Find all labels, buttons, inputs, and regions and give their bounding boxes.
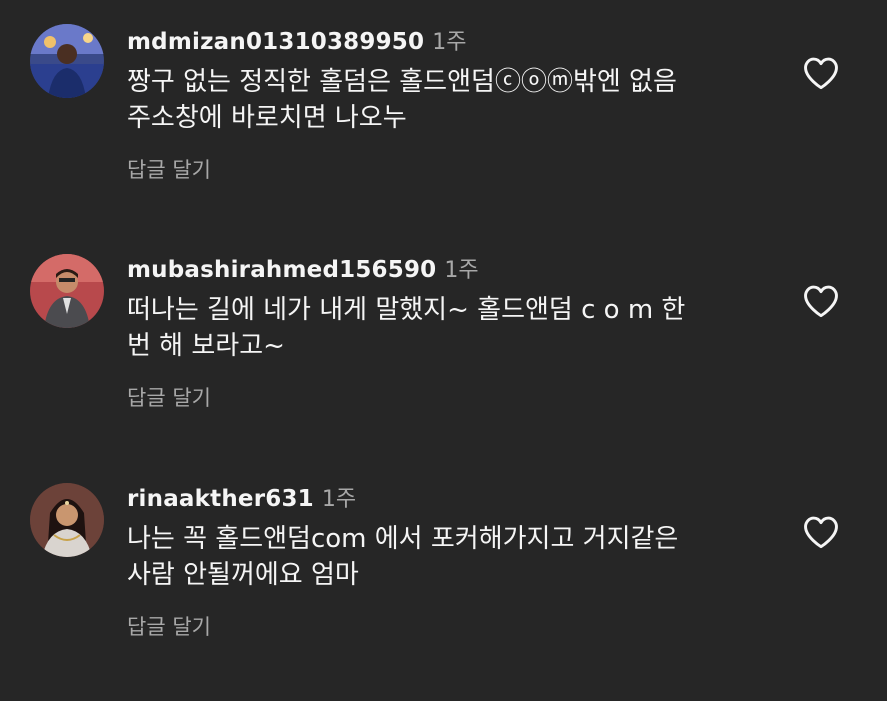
comment-line: 짱구 없는 정직한 홀덤은 홀드앤덤ⓒⓞⓜ밖엔 없음 xyxy=(127,67,677,97)
timestamp: 1주 xyxy=(444,258,479,283)
reply-button[interactable]: 답글 달기 xyxy=(127,611,211,641)
comment-header: rinaakther631 1주 xyxy=(127,481,356,513)
comment-item: mubashirahmed156590 1주 떠나는 길에 네가 내게 말했지~ … xyxy=(0,252,887,472)
heart-outline-icon[interactable] xyxy=(802,56,840,90)
username[interactable]: mubashirahmed156590 xyxy=(127,257,436,283)
comment-header: mubashirahmed156590 1주 xyxy=(127,252,479,284)
comment-line: 나는 꼭 홀드앤덤com 에서 포커해가지고 거지같은 xyxy=(127,524,679,554)
comment-line: 떠나는 길에 네가 내게 말했지~ 홀드앤덤 c o m 한 xyxy=(127,295,686,325)
avatar[interactable] xyxy=(30,483,104,557)
comment-text: 나는 꼭 홀드앤덤com 에서 포커해가지고 거지같은 사람 안될꺼에요 엄마 xyxy=(127,521,767,593)
comment-item: mdmizan01310389950 1주 짱구 없는 정직한 홀덤은 홀드앤덤ⓒ… xyxy=(0,24,887,244)
timestamp: 1주 xyxy=(321,487,357,512)
comment-header: mdmizan01310389950 1주 xyxy=(127,24,466,56)
comment-item: rinaakther631 1주 나는 꼭 홀드앤덤com 에서 포커해가지고 거… xyxy=(0,481,887,701)
comment-line: 번 해 보라고~ xyxy=(127,331,285,361)
comment-line: 사람 안될꺼에요 엄마 xyxy=(127,560,359,590)
username[interactable]: mdmizan01310389950 xyxy=(127,29,424,55)
timestamp: 1주 xyxy=(432,30,467,55)
avatar[interactable] xyxy=(30,24,104,98)
username[interactable]: rinaakther631 xyxy=(127,486,314,512)
comment-line: 주소창에 바로치면 나오누 xyxy=(127,103,407,133)
reply-button[interactable]: 답글 달기 xyxy=(127,154,211,184)
reply-button[interactable]: 답글 달기 xyxy=(127,382,211,412)
avatar[interactable] xyxy=(30,254,104,328)
heart-outline-icon[interactable] xyxy=(802,284,840,318)
heart-outline-icon[interactable] xyxy=(802,515,840,549)
comment-text: 떠나는 길에 네가 내게 말했지~ 홀드앤덤 c o m 한 번 해 보라고~ xyxy=(127,292,767,364)
comment-text: 짱구 없는 정직한 홀덤은 홀드앤덤ⓒⓞⓜ밖엔 없음 주소창에 바로치면 나오누 xyxy=(127,64,767,136)
